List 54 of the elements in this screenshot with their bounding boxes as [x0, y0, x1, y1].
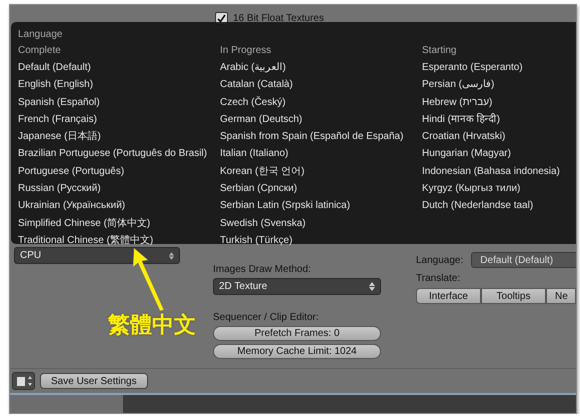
updown-icon — [169, 252, 174, 260]
language-option[interactable]: Russian (Русский) — [18, 180, 220, 198]
language-option[interactable]: Turkish (Türkçe) — [220, 232, 422, 250]
language-option[interactable]: Portuguese (Português) — [18, 162, 220, 180]
language-option[interactable]: Esperanto (Esperanto) — [422, 59, 576, 76]
language-option[interactable]: Czech (Český) — [220, 94, 422, 111]
language-option[interactable]: Hungarian (Magyar) — [422, 145, 576, 163]
language-option[interactable]: Simplified Chinese (简体中文) — [18, 214, 220, 232]
language-option[interactable]: Ukrainian (Український) — [18, 197, 220, 215]
updown-icon — [369, 282, 375, 291]
language-label: Language: — [416, 254, 464, 266]
language-option[interactable]: Indonesian (Bahasa indonesia) — [422, 162, 576, 180]
device-dropdown[interactable]: CPU — [14, 247, 180, 264]
language-option[interactable]: Serbian Latin (Srpski latinica) — [220, 197, 422, 215]
toggle-button[interactable]: Interface — [416, 288, 481, 304]
menu-title: Language — [18, 28, 64, 42]
language-dropdown[interactable]: Default (Default) — [471, 252, 576, 268]
language-option[interactable]: Arabic (العربية) — [220, 59, 422, 76]
translate-label: Translate: — [416, 273, 462, 284]
number-field[interactable]: Memory Cache Limit: 1024 — [213, 344, 381, 359]
language-option[interactable]: Kyrgyz (Кыргыз тили) — [422, 180, 576, 198]
toggle-button[interactable]: Tooltips — [481, 288, 546, 304]
language-option[interactable]: Korean (한국 언어) — [220, 162, 422, 180]
language-option[interactable]: Persian (فارسی) — [422, 76, 576, 94]
language-option[interactable]: Spanish from Spain (Español de España) — [220, 128, 422, 146]
menu-heading: Complete — [18, 44, 62, 58]
language-option[interactable]: German (Deutsch) — [220, 110, 422, 128]
language-option[interactable]: Croatian (Hrvatski) — [422, 128, 576, 146]
annotation-text: 繁體中文 — [108, 311, 196, 340]
language-option[interactable]: Hindi (मानक हिन्दी) — [422, 110, 576, 128]
menu-heading: Starting — [422, 44, 458, 58]
section-label: Images Draw Method: — [213, 264, 312, 275]
save-user-settings-button[interactable]: Save User Settings — [40, 373, 148, 389]
editor-type-icon — [16, 375, 32, 387]
menu-heading: In Progress — [220, 44, 272, 58]
editor-type-button[interactable] — [12, 372, 35, 390]
language-option[interactable]: Japanese (日本語) — [18, 128, 220, 146]
language-option[interactable]: Catalan (Català) — [220, 76, 422, 94]
language-option[interactable]: Brazilian Portuguese (Português do Brasil) — [18, 145, 220, 163]
language-option[interactable]: Hebrew (עברית) — [422, 94, 576, 111]
language-option[interactable]: Traditional Chinese (繁體中文) — [18, 232, 220, 250]
language-option[interactable]: English (English) — [18, 76, 220, 94]
checkbox-label: 16 Bit Float Textures — [233, 13, 324, 24]
language-option[interactable]: Default (Default) — [18, 59, 220, 76]
language-option[interactable]: Italian (Italiano) — [220, 145, 422, 163]
language-option[interactable]: Spanish (Español) — [18, 94, 220, 111]
draw-method-dropdown[interactable]: 2D Texture — [213, 278, 381, 295]
section-label: Sequencer / Clip Editor: — [213, 312, 320, 323]
toggle-button[interactable]: Ne — [546, 288, 576, 304]
language-option[interactable]: French (Français) — [18, 110, 220, 128]
language-option[interactable]: Serbian (Српски) — [220, 180, 422, 198]
language-option[interactable]: Swedish (Svenska) — [220, 214, 422, 232]
number-field[interactable]: Prefetch Frames: 0 — [213, 326, 381, 341]
language-option[interactable]: Dutch (Nederlandse taal) — [422, 197, 576, 215]
